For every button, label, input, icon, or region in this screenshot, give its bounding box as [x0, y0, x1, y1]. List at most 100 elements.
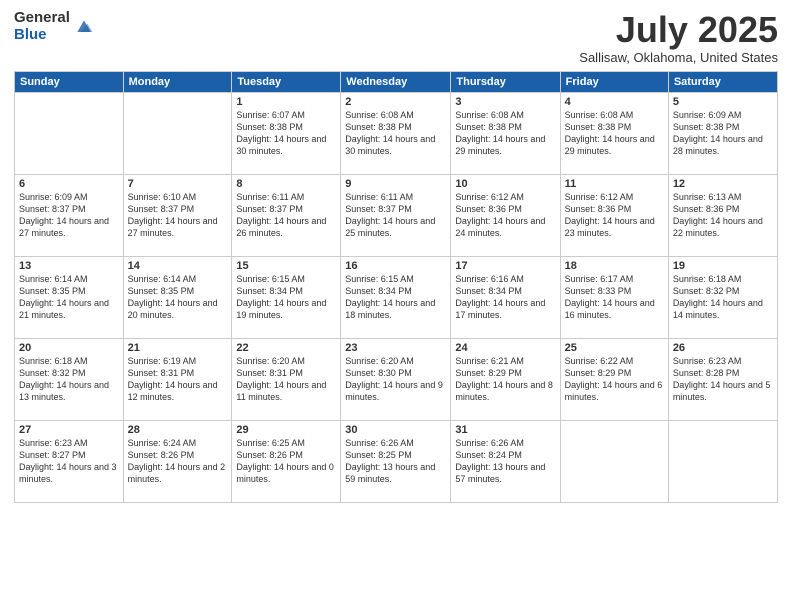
cell-info: Sunrise: 6:12 AMSunset: 8:36 PMDaylight:… [455, 191, 555, 240]
calendar-cell: 30Sunrise: 6:26 AMSunset: 8:25 PMDayligh… [341, 420, 451, 502]
col-header-friday: Friday [560, 71, 668, 92]
daylight-text: Daylight: 14 hours and 13 minutes. [19, 380, 109, 402]
sunset-text: Sunset: 8:37 PM [236, 204, 303, 214]
cell-info: Sunrise: 6:22 AM Sunset: 8:29 PM Daylight:… [565, 355, 664, 404]
calendar-cell: 26Sunrise: 6:23 AMSunset: 8:28 PMDayligh… [668, 338, 777, 420]
sunrise-text: Sunrise: 6:23 AM [673, 356, 742, 366]
sunset-text: Sunset: 8:36 PM [565, 204, 632, 214]
daylight-text: Daylight: 14 hours and 16 minutes. [565, 298, 655, 320]
calendar-cell: 8 Sunrise: 6:11 AM Sunset: 8:37 PM Daylight… [232, 174, 341, 256]
sunrise-text: Sunrise: 6:08 AM [455, 110, 524, 120]
calendar-cell: 27Sunrise: 6:23 AMSunset: 8:27 PMDayligh… [15, 420, 124, 502]
calendar-cell: 2Sunrise: 6:08 AMSunset: 8:38 PMDaylight… [341, 92, 451, 174]
cell-info: Sunrise: 6:18 AMSunset: 8:32 PMDaylight:… [673, 273, 773, 322]
cell-info: Sunrise: 6:20 AMSunset: 8:30 PMDaylight:… [345, 355, 446, 404]
daylight-text: Daylight: 14 hours and 6 minutes. [565, 380, 663, 402]
daylight-text: Daylight: 13 hours and 59 minutes. [345, 462, 435, 484]
cell-info: Sunrise: 6:09 AMSunset: 8:37 PMDaylight:… [19, 191, 119, 240]
day-number: 2 [345, 96, 446, 108]
cell-info: Sunrise: 6:26 AMSunset: 8:24 PMDaylight:… [455, 437, 555, 486]
day-number: 25 [565, 342, 664, 354]
day-number: 4 [565, 96, 664, 108]
cell-info: Sunrise: 6:08 AMSunset: 8:38 PMDaylight:… [455, 109, 555, 158]
sunrise-text: Sunrise: 6:23 AM [19, 438, 88, 448]
sunset-text: Sunset: 8:26 PM [128, 450, 195, 460]
sunset-text: Sunset: 8:38 PM [236, 122, 303, 132]
sunrise-text: Sunrise: 6:16 AM [455, 274, 524, 284]
daylight-text: Daylight: 14 hours and 26 minutes. [236, 216, 326, 238]
calendar-cell: 22Sunrise: 6:20 AMSunset: 8:31 PMDayligh… [232, 338, 341, 420]
sunrise-text: Sunrise: 6:12 AM [455, 192, 524, 202]
cell-info: Sunrise: 6:13 AMSunset: 8:36 PMDaylight:… [673, 191, 773, 240]
cell-info: Sunrise: 6:10 AMSunset: 8:37 PMDaylight:… [128, 191, 228, 240]
sunrise-text: Sunrise: 6:15 AM [345, 274, 414, 284]
day-number: 17 [455, 260, 555, 272]
calendar-cell: 6Sunrise: 6:09 AMSunset: 8:37 PMDaylight… [15, 174, 124, 256]
logo-general: General [14, 10, 70, 27]
col-header-thursday: Thursday [451, 71, 560, 92]
sunset-text: Sunset: 8:37 PM [128, 204, 195, 214]
calendar-cell: 25 Sunrise: 6:22 AM Sunset: 8:29 PM Dayligh… [560, 338, 668, 420]
sunset-text: Sunset: 8:27 PM [19, 450, 86, 460]
sunrise-text: Sunrise: 6:11 AM [236, 192, 304, 202]
sunset-text: Sunset: 8:29 PM [565, 368, 632, 378]
daylight-text: Daylight: 14 hours and 28 minutes. [673, 134, 763, 156]
day-number: 22 [236, 342, 336, 354]
cell-info: Sunrise: 6:26 AMSunset: 8:25 PMDaylight:… [345, 437, 446, 486]
cell-info: Sunrise: 6:09 AMSunset: 8:38 PMDaylight:… [673, 109, 773, 158]
day-number: 6 [19, 178, 119, 190]
calendar-cell [123, 92, 232, 174]
col-header-monday: Monday [123, 71, 232, 92]
day-number: 8 [236, 178, 336, 190]
col-header-sunday: Sunday [15, 71, 124, 92]
sunrise-text: Sunrise: 6:14 AM [128, 274, 197, 284]
calendar-cell: 31Sunrise: 6:26 AMSunset: 8:24 PMDayligh… [451, 420, 560, 502]
daylight-text: Daylight: 13 hours and 57 minutes. [455, 462, 545, 484]
sunrise-text: Sunrise: 6:11 AM [345, 192, 413, 202]
sunset-text: Sunset: 8:32 PM [19, 368, 86, 378]
sunset-text: Sunset: 8:34 PM [345, 286, 412, 296]
sunrise-text: Sunrise: 6:25 AM [236, 438, 305, 448]
cell-info: Sunrise: 6:23 AMSunset: 8:28 PMDaylight:… [673, 355, 773, 404]
calendar-cell: 11Sunrise: 6:12 AMSunset: 8:36 PMDayligh… [560, 174, 668, 256]
daylight-text: Daylight: 14 hours and 20 minutes. [128, 298, 218, 320]
daylight-text: Daylight: 14 hours and 18 minutes. [345, 298, 435, 320]
daylight-text: Daylight: 14 hours and 9 minutes. [345, 380, 443, 402]
sunset-text: Sunset: 8:26 PM [236, 450, 303, 460]
sunrise-text: Sunrise: 6:08 AM [345, 110, 414, 120]
sunrise-text: Sunrise: 6:26 AM [345, 438, 414, 448]
logo-icon [74, 17, 94, 37]
day-number: 13 [19, 260, 119, 272]
daylight-text: Daylight: 14 hours and 19 minutes. [236, 298, 326, 320]
calendar-cell: 19Sunrise: 6:18 AMSunset: 8:32 PMDayligh… [668, 256, 777, 338]
day-number: 24 [455, 342, 555, 354]
cell-info: Sunrise: 6:08 AMSunset: 8:38 PMDaylight:… [565, 109, 664, 158]
calendar-cell: 12Sunrise: 6:13 AMSunset: 8:36 PMDayligh… [668, 174, 777, 256]
sunset-text: Sunset: 8:35 PM [19, 286, 86, 296]
sunrise-text: Sunrise: 6:18 AM [673, 274, 742, 284]
cell-info: Sunrise: 6:25 AMSunset: 8:26 PMDaylight:… [236, 437, 336, 486]
calendar-cell [668, 420, 777, 502]
day-number: 20 [19, 342, 119, 354]
sunrise-text: Sunrise: 6:22 AM [565, 356, 634, 366]
calendar-cell: 17Sunrise: 6:16 AMSunset: 8:34 PMDayligh… [451, 256, 560, 338]
day-number: 15 [236, 260, 336, 272]
logo-text: General Blue [14, 10, 70, 43]
sunrise-text: Sunrise: 6:26 AM [455, 438, 524, 448]
daylight-text: Daylight: 14 hours and 21 minutes. [19, 298, 109, 320]
location: Sallisaw, Oklahoma, United States [579, 50, 778, 65]
cell-info: Sunrise: 6:14 AMSunset: 8:35 PMDaylight:… [19, 273, 119, 322]
daylight-text: Daylight: 14 hours and 29 minutes. [455, 134, 545, 156]
sunrise-text: Sunrise: 6:07 AM [236, 110, 305, 120]
sunset-text: Sunset: 8:35 PM [128, 286, 195, 296]
title-area: July 2025 Sallisaw, Oklahoma, United Sta… [579, 10, 778, 65]
cell-info: Sunrise: 6:17 AMSunset: 8:33 PMDaylight:… [565, 273, 664, 322]
sunset-text: Sunset: 8:31 PM [128, 368, 195, 378]
calendar-header-row: SundayMondayTuesdayWednesdayThursdayFrid… [15, 71, 778, 92]
calendar-week-2: 13Sunrise: 6:14 AMSunset: 8:35 PMDayligh… [15, 256, 778, 338]
sunset-text: Sunset: 8:31 PM [236, 368, 303, 378]
sunrise-text: Sunrise: 6:09 AM [673, 110, 742, 120]
daylight-text: Daylight: 14 hours and 5 minutes. [673, 380, 771, 402]
day-number: 30 [345, 424, 446, 436]
sunrise-text: Sunrise: 6:10 AM [128, 192, 197, 202]
